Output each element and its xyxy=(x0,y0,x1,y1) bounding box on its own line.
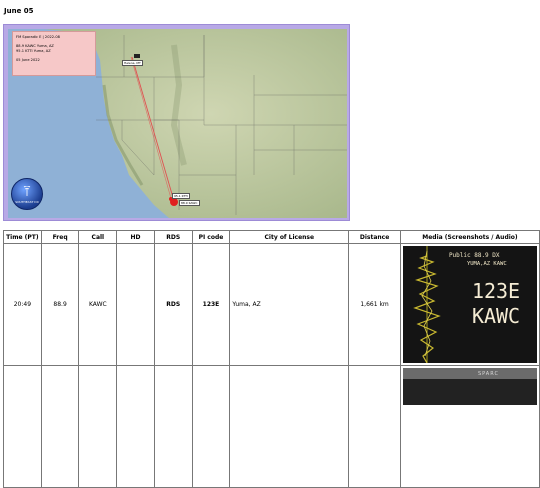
cell-pi: 123E xyxy=(191,243,231,366)
rds-text-line1: Public 88.9 DX xyxy=(448,252,500,259)
receiver-icon xyxy=(134,54,140,58)
audio-waveform xyxy=(413,246,441,363)
cell-hd xyxy=(116,365,155,488)
cell-time xyxy=(3,365,42,488)
header-distance: Distance xyxy=(348,230,401,244)
cell-pi xyxy=(191,365,231,488)
date-heading: June 05 xyxy=(4,7,34,15)
cell-distance: 1,661 km xyxy=(348,243,401,366)
header-hd: HD xyxy=(116,230,155,244)
tx-label-ktti: 95.1 KTTI xyxy=(172,193,190,199)
tx-label-kawc: 88.9 KAWC xyxy=(179,200,200,206)
cell-hd xyxy=(116,243,155,366)
cell-city xyxy=(229,365,350,488)
cell-rds xyxy=(153,365,193,488)
header-call: Call xyxy=(78,230,118,244)
cell-city: Yuma, AZ xyxy=(229,243,350,366)
cell-call: KAWC xyxy=(78,243,118,366)
header-pi-code: PI code xyxy=(191,230,231,244)
table-header-row: Time (PT) Freq Call HD RDS PI code City … xyxy=(3,230,540,244)
receiver-brand: SPARC xyxy=(477,371,499,377)
cell-media: SPARC xyxy=(399,365,540,488)
cell-call xyxy=(78,365,118,488)
log-table: Time (PT) Freq Call HD RDS PI code City … xyxy=(3,230,540,488)
header-city: City of License xyxy=(229,230,350,244)
rds-call-display: KAWC xyxy=(471,304,521,328)
southeast-dx-logo: SOUTHEAST DX xyxy=(11,178,43,210)
rds-screenshot[interactable]: Public 88.9 DX YUMA,AZ KAWC 123E KAWC xyxy=(402,246,537,363)
cell-freq xyxy=(40,365,80,488)
header-media: Media (Screenshots / Audio) xyxy=(399,230,540,244)
antenna-icon xyxy=(23,186,31,196)
cell-freq: 88.9 xyxy=(40,243,80,366)
receiver-label: Helena, MT xyxy=(122,60,143,66)
cell-rds: RDS xyxy=(153,243,193,366)
rds-pi-display: 123E xyxy=(471,279,521,303)
reception-map: FM Sporadic E | 2022-08 88.9 KAWC Yuma, … xyxy=(3,24,350,221)
receiver-photo[interactable]: SPARC xyxy=(402,368,537,405)
map-info-box: FM Sporadic E | 2022-08 88.9 KAWC Yuma, … xyxy=(12,31,96,76)
header-freq: Freq xyxy=(40,230,80,244)
cell-media: Public 88.9 DX YUMA,AZ KAWC 123E KAWC xyxy=(399,243,540,366)
logo-text: SOUTHEAST DX xyxy=(15,200,39,204)
rds-text-line2: YUMA,AZ KAWC xyxy=(466,261,507,267)
table-row: SPARC xyxy=(3,365,540,488)
table-row: 20:49 88.9 KAWC RDS 123E Yuma, AZ 1,661 … xyxy=(3,243,540,366)
cell-distance xyxy=(348,365,401,488)
header-time: Time (PT) xyxy=(3,230,42,244)
map-date: 05 June 2022 xyxy=(16,58,40,62)
cell-time: 20:49 xyxy=(3,243,42,366)
header-rds: RDS xyxy=(153,230,193,244)
